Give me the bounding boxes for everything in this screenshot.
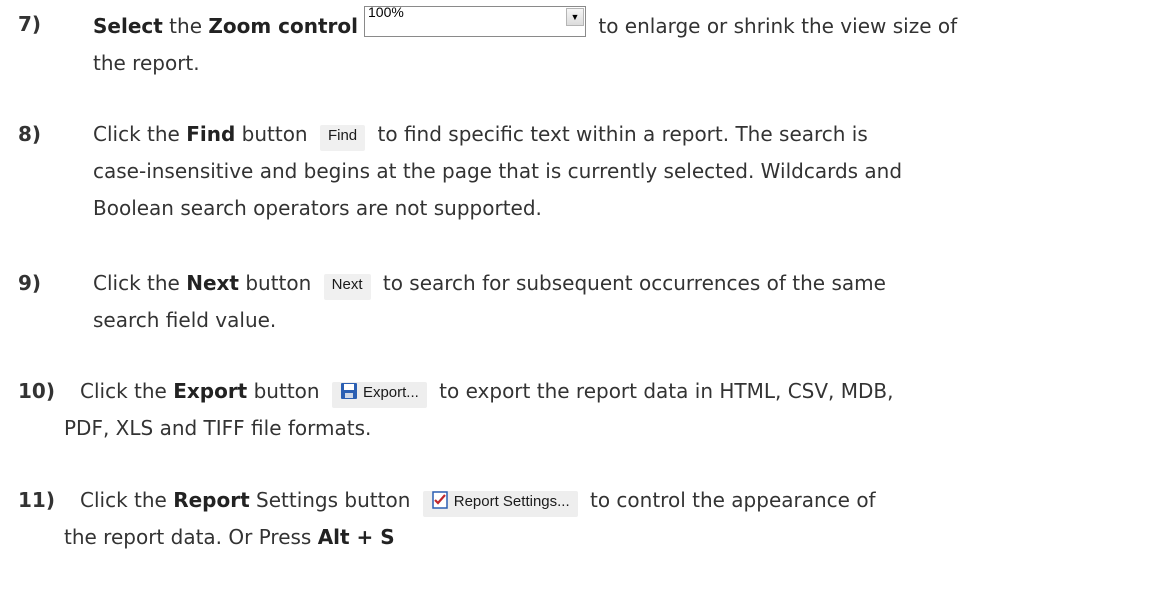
- save-disk-icon: [340, 383, 357, 399]
- text-line: case-insensitive and begins at the page …: [93, 159, 903, 183]
- text-fragment: button: [235, 122, 314, 146]
- step-text: Click the Find button Find to find speci…: [18, 116, 1160, 227]
- zoom-value: 100%: [368, 4, 404, 20]
- text-fragment: Click the: [93, 122, 187, 146]
- emph-export: Export: [173, 379, 248, 403]
- text-line: search field value.: [93, 308, 277, 332]
- step-number: 8): [18, 122, 42, 146]
- text-fragment: Click the: [93, 271, 187, 295]
- emph-zoom-control: Zoom control: [208, 14, 358, 38]
- step-number: 9): [18, 271, 42, 295]
- step-7: 7) Select the Zoom control 100% ▼ to enlar…: [18, 4, 1160, 82]
- step-11: 11) Click the Report Settings button Rep…: [18, 482, 1160, 556]
- text-line: the report.: [93, 51, 200, 75]
- dropdown-arrow-icon[interactable]: ▼: [566, 8, 584, 26]
- text-fragment: to enlarge or shrink the view size of: [592, 14, 958, 38]
- text-fragment: button: [238, 271, 318, 295]
- text-fragment: the report data. Or Press: [64, 525, 318, 549]
- emph-find: Find: [186, 122, 236, 146]
- find-button[interactable]: Find: [319, 125, 366, 151]
- text-line: Boolean search operators are not support…: [93, 196, 542, 220]
- text-fragment: to export the report data in HTML, CSV, …: [432, 379, 894, 403]
- text-fragment: Click the: [80, 379, 174, 403]
- next-button[interactable]: Next: [323, 274, 371, 300]
- step-text: Click the Export button Export... to exp…: [18, 373, 1160, 447]
- report-checklist-icon: [431, 491, 448, 509]
- export-button[interactable]: Export...: [331, 382, 427, 408]
- text-line: the report data. Or Press Alt + S: [64, 525, 395, 549]
- text-fragment: to control the appearance of: [583, 488, 876, 512]
- emph-next: Next: [186, 271, 239, 295]
- step-text: Click the Next button Next to search for…: [18, 265, 1160, 339]
- emph-select: Select: [93, 14, 163, 38]
- emph-shortcut: Alt + S: [317, 525, 395, 549]
- report-settings-button[interactable]: Report Settings...: [422, 491, 578, 517]
- step-number: 11): [18, 488, 55, 512]
- text-fragment: to find specific text within a report. T…: [371, 122, 868, 146]
- step-text: Click the Report Settings button Report …: [18, 482, 1160, 556]
- step-8: 8) Click the Find button Find to find sp…: [18, 116, 1160, 227]
- text-fragment: Click the: [80, 488, 174, 512]
- text-fragment: button: [247, 379, 326, 403]
- text-fragment: to search for subsequent occurrences of …: [376, 271, 886, 295]
- export-button-label: Export...: [362, 384, 419, 401]
- report-settings-button-label: Report Settings...: [453, 493, 570, 510]
- zoom-control-dropdown[interactable]: 100% ▼: [364, 4, 586, 37]
- emph-report: Report: [173, 488, 250, 512]
- step-10: 10) Click the Export button Export... to…: [18, 373, 1160, 447]
- text-fragment: Settings button: [249, 488, 417, 512]
- text-line: PDF, XLS and TIFF file formats.: [64, 416, 372, 440]
- step-text: Select the Zoom control 100% ▼ to enlarge …: [18, 4, 1160, 82]
- text-fragment: the: [162, 14, 209, 38]
- step-9: 9) Click the Next button Next to search …: [18, 265, 1160, 339]
- step-number: 7): [18, 12, 42, 36]
- step-number: 10): [18, 379, 55, 403]
